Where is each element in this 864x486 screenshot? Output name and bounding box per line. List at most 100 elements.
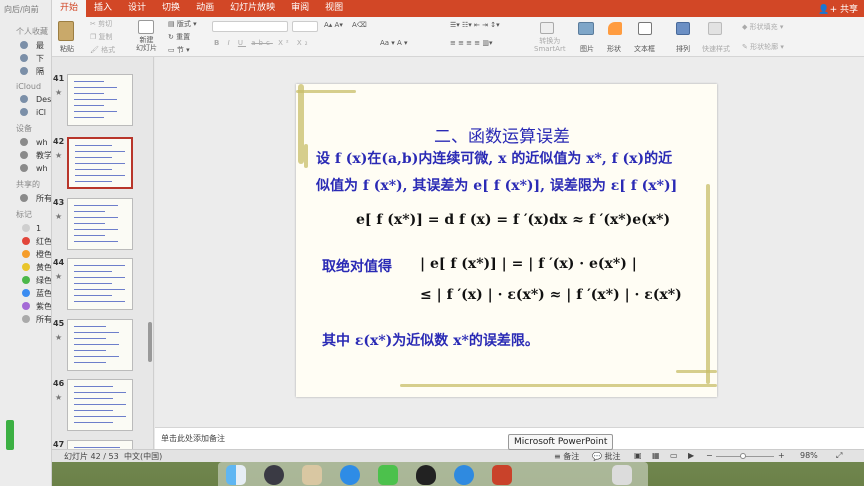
arrange-icon[interactable]	[676, 22, 690, 35]
slide-thumbnail[interactable]: 41 ★	[52, 74, 152, 134]
sorter-view-icon[interactable]: ▦	[652, 451, 660, 460]
convert-smartart-label[interactable]: 转换为 SmartArt	[534, 37, 566, 53]
finder-fav-item[interactable]: 隔	[0, 65, 51, 78]
normal-view-icon[interactable]: ▣	[634, 451, 642, 460]
slide-thumbnail[interactable]: 43 ★	[52, 198, 152, 258]
finder-tag-item[interactable]: 紫色	[0, 300, 51, 313]
finder-tag-item[interactable]: 红色	[0, 235, 51, 248]
finder-tag-item[interactable]: 黄色	[0, 261, 51, 274]
tab-home[interactable]: 开始	[52, 0, 87, 17]
strikethrough-button[interactable]: abc	[251, 39, 273, 47]
finder-icloud-item[interactable]: Des	[0, 93, 51, 106]
qq-icon[interactable]	[416, 465, 436, 485]
wechat-icon[interactable]	[378, 465, 398, 485]
shape-outline-button[interactable]: ✎ 形状轮廓 ▾	[742, 42, 784, 52]
font-color-icon[interactable]: Aa ▾ A ▾	[380, 39, 408, 47]
language-indicator[interactable]: 中文(中国)	[124, 451, 162, 462]
font-size-box[interactable]	[292, 21, 318, 32]
photo-app-icon[interactable]	[302, 465, 322, 485]
tab-transitions[interactable]: 切换	[154, 0, 188, 17]
notes-toggle-button[interactable]: ≡ 备注	[554, 451, 579, 462]
reset-button[interactable]: ↻ 重置	[168, 32, 190, 42]
slide-thumbnail[interactable]: 44 ★	[52, 258, 152, 318]
thumbnail-preview[interactable]	[67, 319, 133, 371]
bullets-icon[interactable]: ☰▾ ☷▾ ⇤ ⇥ ↕▾	[450, 21, 500, 29]
tab-slideshow[interactable]: 幻灯片放映	[222, 0, 283, 17]
finder-tag-item[interactable]: 绿色	[0, 274, 51, 287]
finder-icloud-item[interactable]: iCl	[0, 106, 51, 119]
quick-styles-label[interactable]: 快速样式	[702, 44, 730, 54]
browser-icon[interactable]	[454, 465, 474, 485]
finder-fav-item[interactable]: 下	[0, 52, 51, 65]
subscript-button[interactable]: X₂	[297, 39, 311, 47]
finder-icon[interactable]	[226, 465, 246, 485]
shape-icon[interactable]	[608, 22, 622, 35]
slide-editing-area[interactable]: 二、函数运算误差 设 f (x)在(a,b)内连续可微, x 的近似值为 x*,…	[155, 57, 864, 427]
reading-view-icon[interactable]: ▭	[670, 451, 678, 460]
bold-button[interactable]: B	[214, 39, 222, 47]
copy-button[interactable]: ❐ 复制	[90, 32, 113, 42]
thumbnail-preview[interactable]	[67, 379, 133, 431]
tab-view[interactable]: 视图	[317, 0, 351, 17]
font-grow-icon[interactable]: A▴ A▾	[324, 21, 343, 29]
text-format-buttons[interactable]: B I U abc X² X₂	[214, 39, 311, 47]
align-icon[interactable]: ≡ ≡ ≡ ≡ ▥▾	[450, 39, 493, 47]
italic-button[interactable]: I	[228, 39, 233, 47]
safari-icon[interactable]	[340, 465, 360, 485]
new-slide-button-label[interactable]: 新建 幻灯片	[136, 36, 157, 52]
slide-thumbnail[interactable]: 47★	[52, 440, 152, 449]
finder-device-item[interactable]: wh	[0, 162, 51, 175]
launchpad-icon[interactable]	[264, 465, 284, 485]
slideshow-view-icon[interactable]: ▶	[688, 451, 694, 460]
thumbnail-preview[interactable]	[67, 198, 133, 250]
tab-review[interactable]: 审阅	[283, 0, 317, 17]
thumbnail-preview[interactable]	[67, 74, 133, 126]
paste-button-label[interactable]: 粘贴	[60, 44, 74, 54]
thumbnail-preview[interactable]	[67, 137, 133, 189]
layout-button[interactable]: ▤ 版式 ▾	[168, 19, 197, 29]
tab-insert[interactable]: 插入	[86, 0, 120, 17]
tab-design[interactable]: 设计	[120, 0, 154, 17]
picture-button-label[interactable]: 图片	[580, 44, 594, 54]
fit-to-window-icon[interactable]: ⤢	[836, 451, 842, 461]
finder-tag-item[interactable]: 橙色	[0, 248, 51, 261]
finder-device-item[interactable]: wh	[0, 136, 51, 149]
shape-fill-button[interactable]: ◆ 形状填充 ▾	[742, 22, 783, 32]
slide-thumbnail[interactable]: 42 ★	[52, 137, 152, 197]
slide-thumbnail-pane[interactable]: 41 ★ 42 ★ 43 ★ 44 ★ 45 ★ 46 ★ 47★	[52, 57, 154, 449]
font-name-box[interactable]	[212, 21, 288, 32]
new-slide-icon[interactable]	[138, 20, 154, 34]
quick-styles-icon[interactable]	[708, 22, 722, 35]
slide-thumbnail[interactable]: 45 ★	[52, 319, 152, 379]
trash-icon[interactable]	[612, 465, 632, 485]
zoom-in-button[interactable]: +	[778, 451, 785, 460]
finder-tag-item[interactable]: 蓝色	[0, 287, 51, 300]
slide-thumbnail[interactable]: 46 ★	[52, 379, 152, 439]
smartart-icon[interactable]	[540, 22, 554, 34]
zoom-slider-thumb[interactable]	[740, 453, 746, 459]
finder-tag-item[interactable]: 所有	[0, 313, 51, 326]
zoom-out-button[interactable]: −	[706, 451, 713, 460]
shape-button-label[interactable]: 形状	[607, 44, 621, 54]
tab-animations[interactable]: 动画	[188, 0, 222, 17]
comments-toggle-button[interactable]: 💬 批注	[592, 451, 621, 462]
thumbnail-preview[interactable]	[67, 440, 133, 449]
format-painter-button[interactable]: 🖌 格式	[90, 45, 115, 55]
powerpoint-icon[interactable]	[492, 465, 512, 485]
section-button[interactable]: ▭ 节 ▾	[168, 45, 190, 55]
underline-button[interactable]: U	[238, 39, 246, 47]
finder-shared-item[interactable]: 所有	[0, 192, 51, 205]
arrange-button-label[interactable]: 排列	[676, 44, 690, 54]
thumbnail-preview[interactable]	[67, 258, 133, 310]
finder-fav-item[interactable]: 最	[0, 39, 51, 52]
textbox-button-label[interactable]: 文本框	[634, 44, 655, 54]
current-slide[interactable]: 二、函数运算误差 设 f (x)在(a,b)内连续可微, x 的近似值为 x*,…	[296, 84, 717, 397]
paste-icon[interactable]	[58, 21, 74, 41]
textbox-icon[interactable]	[638, 22, 652, 35]
finder-device-item[interactable]: 教学	[0, 149, 51, 162]
finder-tag-item[interactable]: 1	[0, 222, 51, 235]
share-button[interactable]: 👤+ 共享	[818, 2, 858, 15]
superscript-button[interactable]: X²	[278, 39, 292, 47]
thumbnail-scrollbar[interactable]	[148, 322, 152, 362]
zoom-level[interactable]: 98%	[800, 451, 818, 460]
